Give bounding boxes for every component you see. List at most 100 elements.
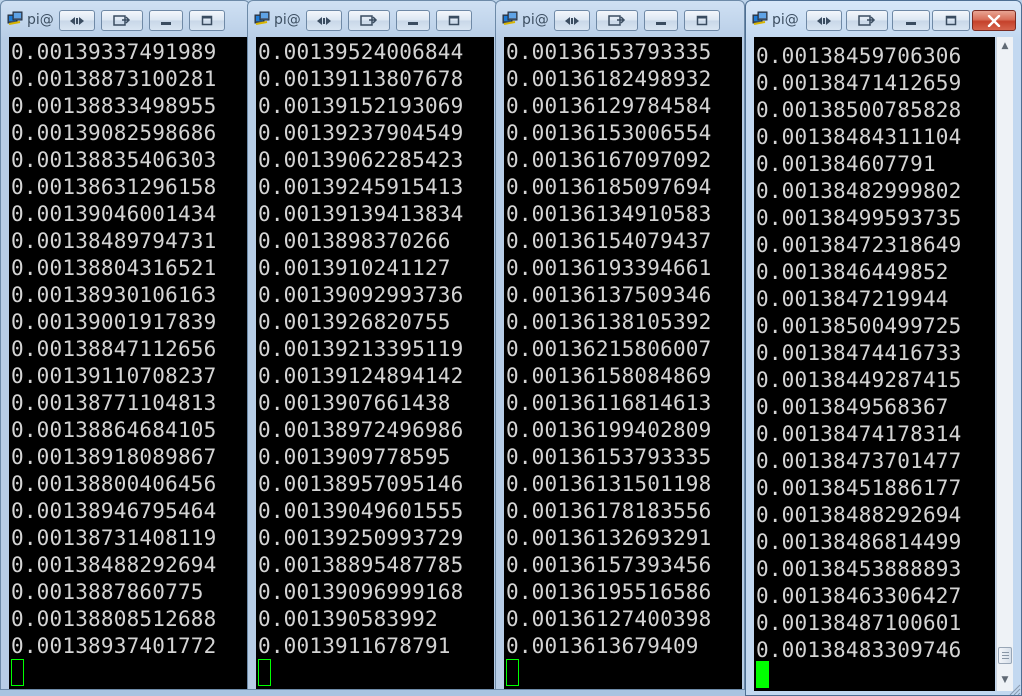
output-line: 0.00138930106163	[11, 283, 217, 307]
restore-right-icon	[360, 14, 378, 26]
output-line: 0.00136134910583	[506, 202, 712, 226]
output-line: 0.001390583992	[258, 607, 438, 631]
output-line: 0.00136127400398	[506, 607, 712, 631]
output-line: 0.00139113807678	[258, 67, 464, 91]
output-line: 0.00138474416733	[756, 341, 962, 365]
output-line: 0.00136153793335	[506, 445, 712, 469]
window-titlebar[interactable]: pi@	[746, 1, 1021, 37]
output-line: 0.00138864684105	[11, 418, 217, 442]
output-line: 0.00138463306427	[756, 584, 962, 608]
output-line: 0.00138771104813	[11, 391, 217, 415]
output-line: 0.00138487100601	[756, 611, 962, 635]
scroll-up-arrow-icon[interactable]: ▲	[997, 37, 1013, 54]
output-line: 0.00138631296158	[11, 175, 217, 199]
window-titlebar[interactable]: pi@	[496, 1, 744, 37]
terminal-cursor	[258, 659, 271, 686]
output-line: 0.00138471412659	[756, 71, 962, 95]
output-line: 0.00139110708237	[11, 364, 217, 388]
window-title: pi@	[522, 12, 549, 28]
output-line: 0.00138500785828	[756, 98, 962, 122]
terminal-output[interactable]: 0.00139337491989 0.00138873100281 0.001388…	[9, 37, 247, 689]
putty-terminal-icon[interactable]	[752, 11, 768, 27]
restore-right-button[interactable]	[596, 10, 638, 31]
restore-right-button[interactable]	[348, 10, 390, 31]
window-title: pi@	[274, 12, 301, 28]
output-line: 0.00136157393456	[506, 553, 712, 577]
output-line: 0.00138451886177	[756, 476, 962, 500]
window-titlebar[interactable]: pi@	[248, 1, 496, 37]
maximize-button[interactable]	[684, 10, 720, 31]
maximize-button[interactable]	[932, 10, 970, 31]
output-line: 0.0013910241127	[258, 256, 451, 280]
window-title: pi@	[27, 12, 54, 28]
terminal-window-4[interactable]: pi@ 0.00138459706306 0.00138471412659 0.…	[745, 0, 1022, 696]
restore-left-icon	[565, 16, 579, 25]
output-line: 0.00136167097092	[506, 148, 712, 172]
restore-right-icon	[608, 14, 626, 26]
window-titlebar[interactable]: pi@	[1, 1, 249, 37]
minimize-icon	[656, 21, 666, 25]
output-line: 0.00139250993729	[258, 526, 464, 550]
scrollbar-thumb[interactable]	[998, 647, 1012, 664]
minimize-button[interactable]	[149, 10, 183, 31]
output-line: 0.00138488292694	[756, 503, 962, 527]
output-line: 0.00138804316521	[11, 256, 217, 280]
restore-left-button[interactable]	[554, 10, 590, 31]
output-line: 0.00138946795464	[11, 499, 217, 523]
output-line: 0.00139062285423	[258, 148, 464, 172]
output-line: 0.0013849568367	[756, 395, 949, 419]
maximize-button[interactable]	[189, 10, 225, 31]
output-line: 0.00139237904549	[258, 121, 464, 145]
output-line: 0.00138835406303	[11, 148, 217, 172]
putty-terminal-icon[interactable]	[502, 11, 518, 27]
close-icon	[987, 14, 1001, 27]
terminal-output[interactable]: 0.00138459706306 0.00138471412659 0.001385…	[754, 37, 995, 691]
resize-grip-icon[interactable]	[1007, 681, 1021, 695]
putty-terminal-icon[interactable]	[7, 11, 23, 27]
output-line: 0.00136132693291	[506, 526, 712, 550]
output-line: 0.00136199402809	[506, 418, 712, 442]
output-line: 0.00138937401772	[11, 634, 217, 658]
restore-left-button[interactable]	[59, 10, 95, 31]
restore-right-button[interactable]	[846, 10, 888, 31]
close-button[interactable]	[972, 10, 1016, 31]
output-line: 0.00138972496986	[258, 418, 464, 442]
maximize-icon	[945, 15, 957, 26]
minimize-button[interactable]	[644, 10, 678, 31]
output-line: 0.00138483309746	[756, 638, 962, 662]
restore-right-icon	[113, 14, 131, 26]
vertical-scrollbar[interactable]: ▲ ▼	[996, 37, 1013, 691]
maximize-button[interactable]	[436, 10, 472, 31]
output-line: 0.00139049601555	[258, 499, 464, 523]
restore-left-button[interactable]	[806, 10, 842, 31]
restore-right-button[interactable]	[101, 10, 143, 31]
minimize-button[interactable]	[396, 10, 430, 31]
output-line: 0.00138957095146	[258, 472, 464, 496]
output-line: 0.00138873100281	[11, 67, 217, 91]
output-line: 0.0013926820755	[258, 310, 451, 334]
terminal-cursor	[506, 659, 519, 686]
terminal-output[interactable]: 0.00136153793335 0.00136182498932 0.001361…	[504, 37, 742, 689]
terminal-window-1[interactable]: pi@ 0.00139337491989 0.00138873100281 0.…	[0, 0, 250, 690]
output-line: 0.00138474178314	[756, 422, 962, 446]
output-line: 0.00136178183556	[506, 499, 712, 523]
terminal-window-3[interactable]: pi@ 0.00136153793335 0.00136182498932 0.…	[495, 0, 745, 690]
output-line: 0.00138800406456	[11, 472, 217, 496]
output-line: 0.00138473701477	[756, 449, 962, 473]
minimize-button[interactable]	[892, 10, 930, 31]
output-line: 0.001384607791	[756, 152, 936, 176]
output-line: 0.0013846449852	[756, 260, 949, 284]
output-line: 0.00138918089867	[11, 445, 217, 469]
restore-left-button[interactable]	[306, 10, 342, 31]
desktop: pi@ 0.00139337491989 0.00138873100281 0.…	[0, 0, 1022, 696]
putty-terminal-icon[interactable]	[254, 11, 270, 27]
window-title: pi@	[772, 12, 799, 28]
terminal-output[interactable]: 0.00139524006844 0.00139113807678 0.001391…	[256, 37, 494, 689]
terminal-window-2[interactable]: pi@ 0.00139524006844 0.00139113807678 0.…	[247, 0, 497, 690]
output-line: 0.00138449287415	[756, 368, 962, 392]
output-line: 0.0013909778595	[258, 445, 451, 469]
output-line: 0.00136215806007	[506, 337, 712, 361]
output-line: 0.00138833498955	[11, 94, 217, 118]
output-line: 0.00136193394661	[506, 256, 712, 280]
output-line: 0.0013907661438	[258, 391, 451, 415]
